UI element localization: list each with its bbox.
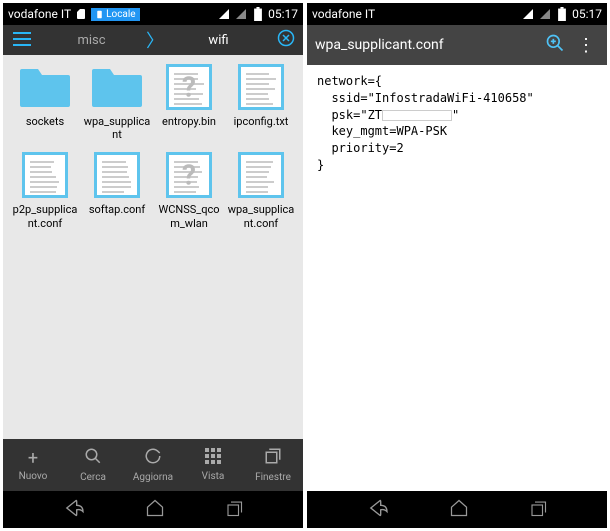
folder-icon — [89, 63, 145, 111]
chevron-right-icon: 〉 — [146, 27, 164, 53]
file-icon — [233, 151, 289, 199]
file-item[interactable]: p2p_supplicant.conf — [9, 151, 81, 229]
search-in-file-button[interactable] — [537, 33, 573, 57]
file-icon: ? — [161, 63, 217, 111]
breadcrumb-bar: misc 〉 wifi — [3, 25, 303, 55]
home-button[interactable] — [145, 498, 165, 522]
breadcrumb-misc[interactable]: misc — [37, 33, 146, 48]
plus-icon: + — [28, 448, 38, 469]
grid-icon — [205, 448, 221, 469]
file-label: entropy.bin — [153, 115, 225, 128]
file-label: WCNSS_qcom_wlan — [153, 203, 225, 229]
file-label: wpa_supplicant — [81, 115, 153, 141]
file-icon — [89, 151, 145, 199]
signal-icon — [217, 7, 231, 21]
editor-title-bar: wpa_supplicant.conf ⋮ — [307, 25, 607, 65]
bottom-toolbar: + Nuovo Cerca Aggiorna Vista Finestre — [3, 439, 303, 491]
file-item[interactable]: wpa_supplicant.conf — [225, 151, 297, 229]
windows-button[interactable]: Finestre — [243, 439, 303, 491]
file-item[interactable]: ? entropy.bin — [153, 63, 225, 141]
locale-badge: Locale — [91, 8, 140, 21]
recent-button[interactable] — [529, 499, 547, 521]
file-label: softap.conf — [81, 203, 153, 216]
carrier-label: vodafone IT — [8, 7, 71, 21]
overflow-menu-button[interactable]: ⋮ — [573, 35, 599, 56]
clock: 05:17 — [268, 7, 298, 21]
windows-icon — [264, 447, 282, 470]
menu-button[interactable] — [7, 30, 37, 51]
view-button[interactable]: Vista — [183, 439, 243, 491]
file-item[interactable]: ? WCNSS_qcom_wlan — [153, 151, 225, 229]
close-button[interactable] — [273, 29, 299, 52]
folder-icon — [17, 63, 73, 111]
navigation-bar — [307, 491, 607, 528]
sdcard-icon — [74, 7, 88, 21]
new-button[interactable]: + Nuovo — [3, 439, 63, 491]
signal-icon — [521, 7, 535, 21]
file-item[interactable]: ipconfig.txt — [225, 63, 297, 141]
clock: 05:17 — [572, 7, 602, 21]
search-icon — [84, 447, 102, 470]
home-button[interactable] — [449, 498, 469, 522]
file-label: ipconfig.txt — [225, 115, 297, 128]
breadcrumb-wifi[interactable]: wifi — [164, 33, 273, 48]
file-label: p2p_supplicant.conf — [9, 203, 81, 229]
carrier-label: vodafone IT — [312, 7, 375, 21]
refresh-icon — [144, 447, 162, 470]
file-icon — [17, 151, 73, 199]
signal-icon-2 — [538, 7, 552, 21]
refresh-button[interactable]: Aggiorna — [123, 439, 183, 491]
back-button[interactable] — [63, 499, 85, 521]
file-label: sockets — [9, 115, 81, 128]
file-item[interactable]: wpa_supplicant — [81, 63, 153, 141]
battery-icon — [555, 7, 569, 21]
status-bar: vodafone IT 05:17 — [307, 3, 607, 25]
file-label: wpa_supplicant.conf — [225, 203, 297, 229]
back-button[interactable] — [367, 499, 389, 521]
text-editor-screen: vodafone IT 05:17 wpa_supplicant.conf ⋮ … — [307, 3, 607, 528]
battery-icon — [251, 7, 265, 21]
search-button[interactable]: Cerca — [63, 439, 123, 491]
file-icon — [233, 63, 289, 111]
signal-icon-2 — [234, 7, 248, 21]
file-grid: socketswpa_supplicant? entropy.binipconfi… — [3, 55, 303, 439]
recent-button[interactable] — [225, 499, 243, 521]
file-manager-screen: vodafone IT Locale 05:17 misc 〉 wifi soc… — [3, 3, 303, 528]
file-item[interactable]: sockets — [9, 63, 81, 141]
file-item[interactable]: softap.conf — [81, 151, 153, 229]
file-content[interactable]: network={ ssid="InfostradaWiFi-410658" p… — [307, 65, 607, 491]
file-icon: ? — [161, 151, 217, 199]
redacted-psk — [382, 110, 452, 121]
filename-label: wpa_supplicant.conf — [315, 37, 537, 53]
status-bar: vodafone IT Locale 05:17 — [3, 3, 303, 25]
navigation-bar — [3, 491, 303, 528]
